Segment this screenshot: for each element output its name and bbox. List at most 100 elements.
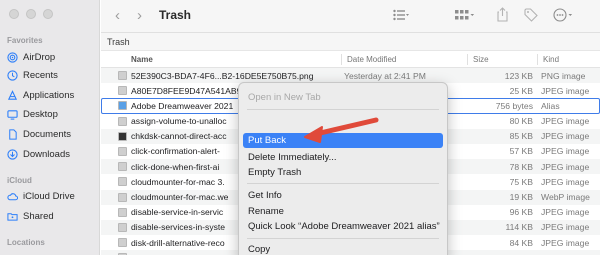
document-icon [7, 128, 18, 140]
cloud-icon [7, 191, 18, 202]
toolbar: ‹ › Trash [101, 0, 600, 33]
sidebar-item-label: Recents [23, 69, 58, 81]
image-file-icon [118, 207, 127, 217]
sidebar-item-label: Shared [23, 210, 54, 222]
file-size: 25 KB [509, 85, 533, 96]
image-file-icon [118, 116, 127, 126]
image-file-icon [118, 177, 127, 187]
file-size: 78 KB [509, 161, 533, 172]
sidebar-item-label: AirDrop [23, 51, 56, 63]
sidebar: Favorites AirDrop Recents Applications D… [0, 0, 100, 255]
image-file-icon [118, 162, 127, 172]
file-kind: PNG image [541, 70, 586, 81]
image-file-icon [118, 131, 127, 141]
sidebar-item-applications[interactable]: Applications [7, 87, 74, 103]
table-row[interactable]: 52E390C3-BDA7-4F6...B2-16DE5E750B75.png Y… [101, 68, 600, 84]
menu-item-copy[interactable]: Copy [243, 242, 443, 255]
tag-icon[interactable] [524, 8, 538, 22]
column-header-kind[interactable]: Kind [543, 55, 559, 64]
menu-item-empty-trash[interactable]: Empty Trash [243, 165, 443, 180]
menu-item-quick-look[interactable]: Quick Look “Adobe Dreamweaver 2021 alias… [243, 219, 443, 234]
menu-divider [247, 109, 439, 110]
file-size: 756 bytes [495, 100, 533, 111]
window-controls [9, 9, 53, 19]
sidebar-item-label: Documents [23, 128, 72, 140]
file-kind: Alias [541, 100, 560, 111]
file-size: 85 KB [509, 131, 533, 142]
window-title: Trash [159, 8, 192, 22]
airdrop-icon [7, 51, 18, 63]
sidebar-item-label: Applications [23, 89, 75, 101]
applications-icon [7, 89, 18, 101]
image-file-icon [118, 146, 127, 156]
file-kind: JPEG image [541, 131, 590, 142]
sidebar-section-favorites: Favorites [7, 36, 43, 45]
file-size: 19 KB [509, 192, 533, 202]
menu-item-open-in-new-tab[interactable]: Open in New Tab [243, 90, 443, 105]
clock-icon [7, 69, 18, 81]
more-actions-icon[interactable] [553, 8, 575, 22]
back-button[interactable]: ‹ [115, 8, 120, 23]
sidebar-item-label: Desktop [23, 108, 58, 120]
file-size: 114 KB [505, 222, 533, 233]
file-size: 57 KB [509, 146, 533, 157]
file-kind: JPEG image [541, 85, 590, 96]
list-view-icon[interactable] [393, 9, 409, 21]
image-file-icon [118, 86, 127, 96]
file-size: 75 KB [509, 176, 533, 187]
menu-item-get-info[interactable]: Get Info [243, 188, 443, 203]
column-divider [537, 54, 538, 65]
sidebar-item-recents[interactable]: Recents [7, 67, 58, 83]
file-kind: JPEG image [541, 176, 590, 187]
file-size: 80 KB [509, 116, 533, 127]
sidebar-item-downloads[interactable]: Downloads [7, 146, 70, 162]
file-name: 52E390C3-BDA7-4F6...B2-16DE5E750B75.png [131, 70, 314, 81]
sidebar-section-locations: Locations [7, 238, 45, 247]
sidebar-item-label: Downloads [23, 148, 70, 160]
file-kind: JPEG image [541, 146, 590, 157]
path-bar: Trash [101, 33, 600, 51]
image-file-icon [118, 222, 127, 232]
alias-file-icon [118, 101, 127, 111]
column-divider [467, 54, 468, 65]
download-icon [7, 148, 18, 160]
sidebar-item-shared[interactable]: Shared [7, 208, 54, 224]
image-file-icon [118, 71, 127, 80]
file-kind: JPEG image [541, 116, 590, 127]
image-file-icon [118, 238, 127, 248]
file-kind: WebP image [541, 192, 590, 202]
minimize-window-button[interactable] [26, 9, 36, 19]
file-size: 123 KB [504, 70, 533, 81]
sidebar-item-icloud-drive[interactable]: iCloud Drive [7, 188, 75, 204]
image-file-icon [118, 192, 127, 202]
context-menu: Open in New Tab Put Back Delete Immediat… [238, 82, 448, 255]
sidebar-item-airdrop[interactable]: AirDrop [7, 49, 55, 65]
file-kind: JPEG image [541, 161, 590, 172]
column-header-name[interactable]: Name [131, 55, 153, 64]
close-window-button[interactable] [9, 9, 19, 19]
column-divider [341, 54, 342, 65]
menu-divider [247, 238, 439, 239]
share-icon[interactable] [497, 7, 508, 22]
sidebar-item-label: iCloud Drive [23, 190, 75, 202]
sidebar-item-documents[interactable]: Documents [7, 126, 71, 142]
column-header-date[interactable]: Date Modified [347, 55, 396, 64]
file-kind: JPEG image [541, 207, 590, 218]
group-grid-icon[interactable] [455, 9, 475, 21]
column-header-size[interactable]: Size [473, 55, 489, 64]
zoom-window-button[interactable] [43, 9, 53, 19]
shared-folder-icon [7, 211, 18, 222]
forward-button[interactable]: › [137, 8, 142, 23]
path-bar-label: Trash [107, 37, 130, 47]
menu-item-rename[interactable]: Rename [243, 204, 443, 219]
sidebar-item-desktop[interactable]: Desktop [7, 106, 58, 122]
menu-item-put-back[interactable]: Put Back [243, 133, 443, 148]
file-kind: JPEG image [541, 222, 590, 233]
menu-divider [247, 183, 439, 184]
sidebar-section-icloud: iCloud [7, 176, 32, 185]
menu-item-delete-immediately[interactable]: Delete Immediately... [243, 150, 443, 165]
file-kind: JPEG image [541, 237, 590, 248]
desktop-icon [7, 109, 18, 120]
file-date-modified: Yesterday at 2:41 PM [344, 70, 426, 81]
file-size: 96 KB [509, 207, 533, 218]
